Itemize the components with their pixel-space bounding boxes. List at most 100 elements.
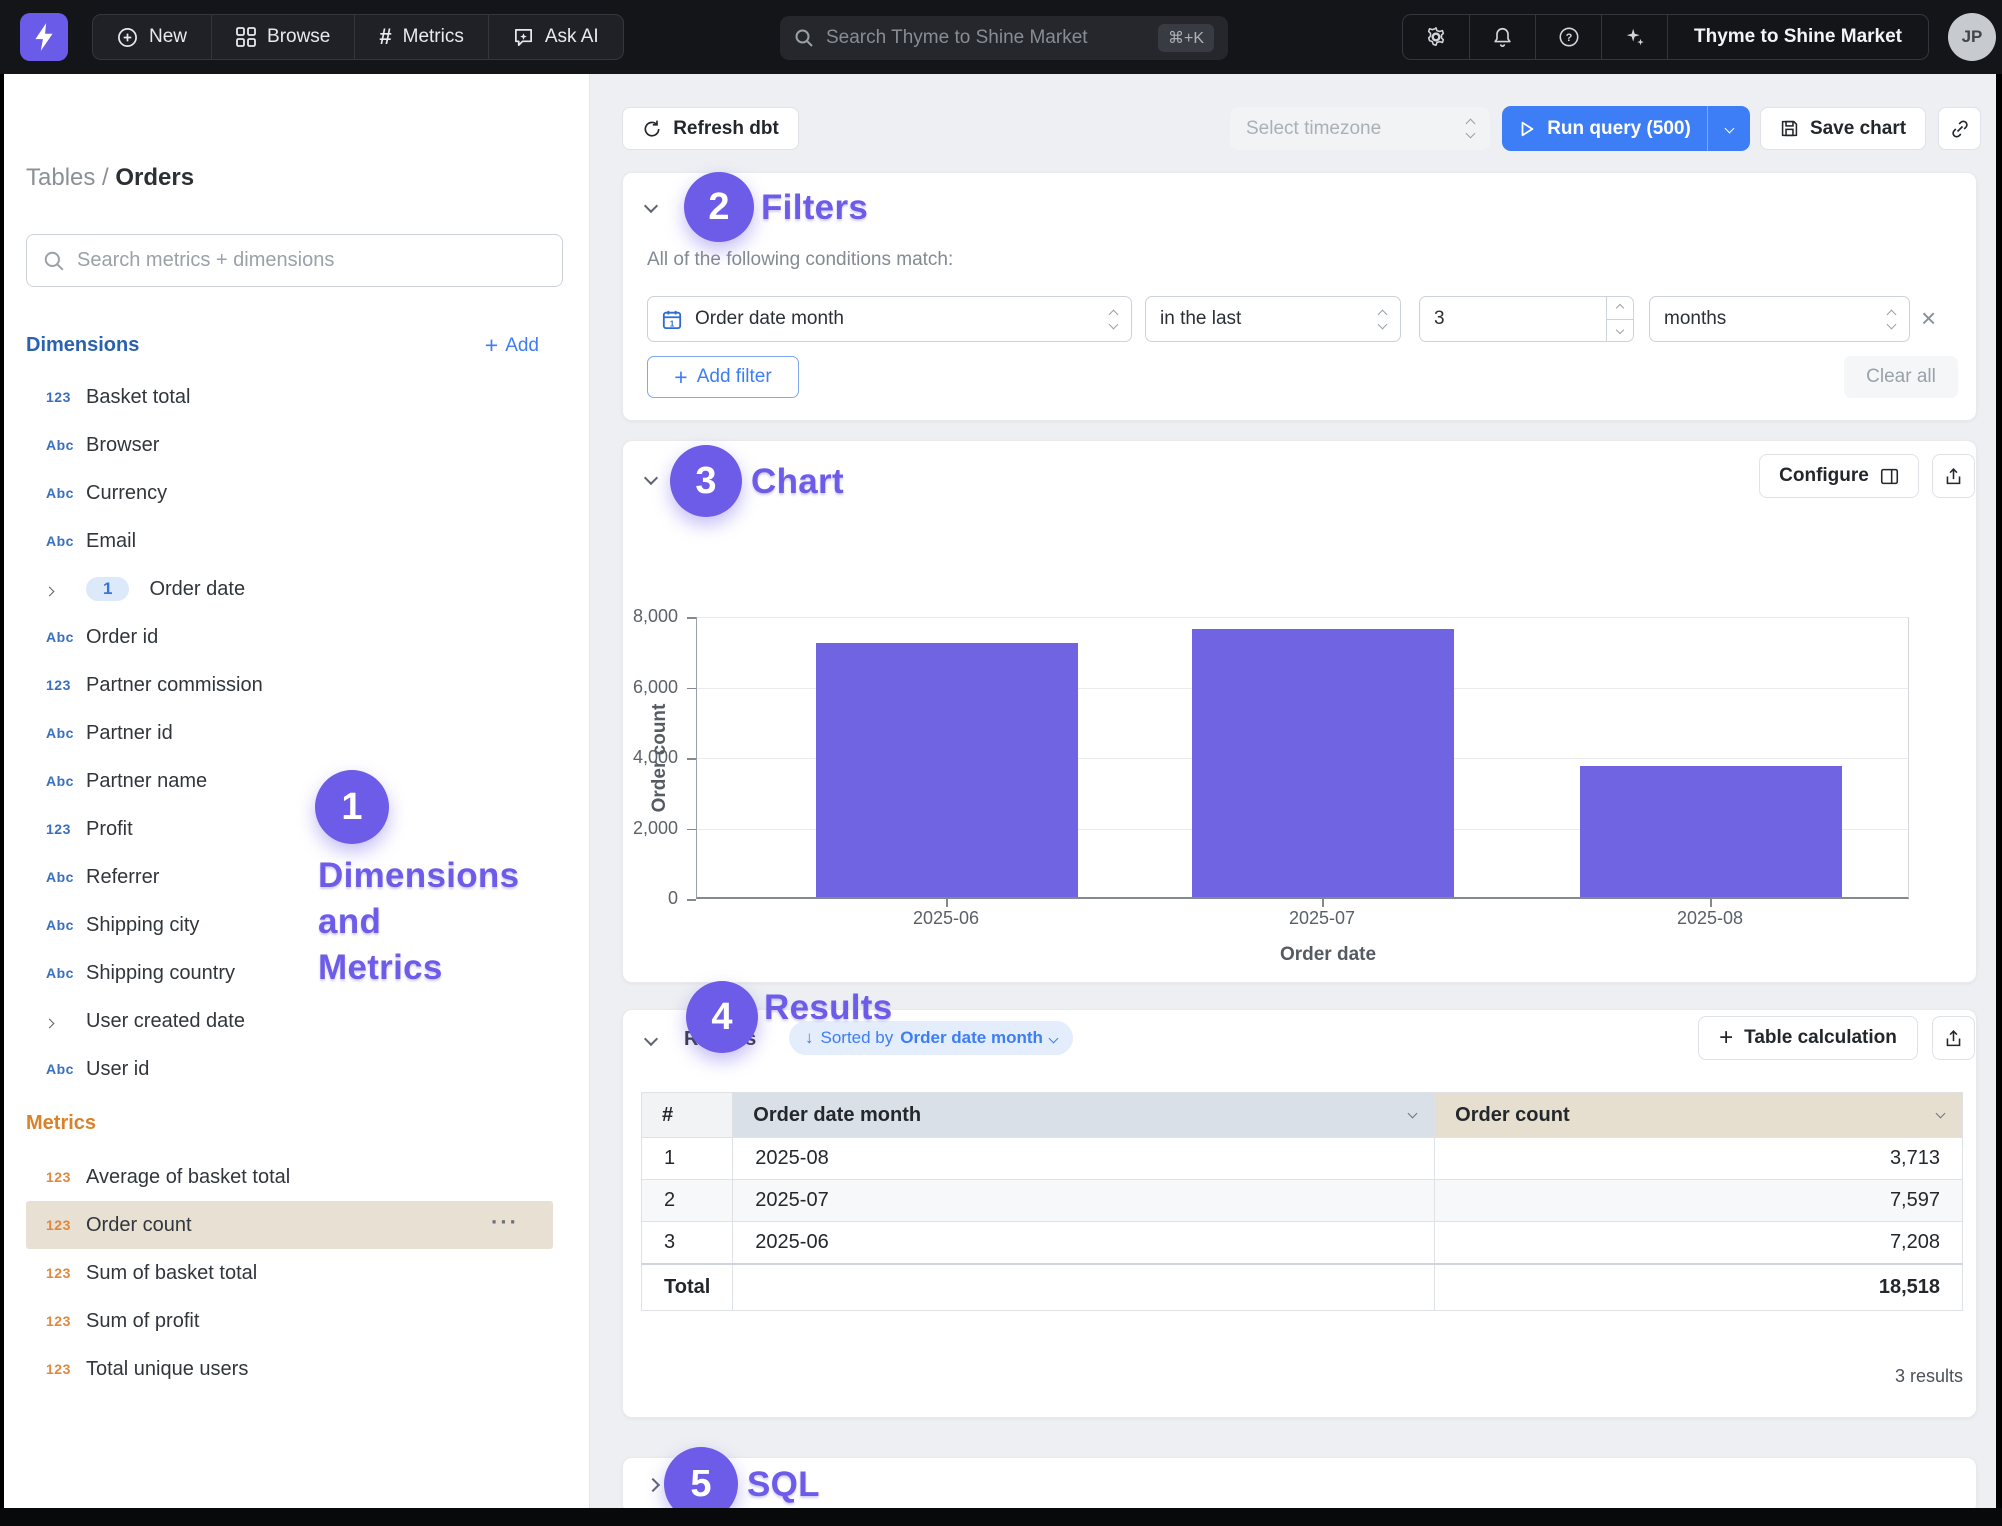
global-search[interactable]: ⌘+K (780, 16, 1228, 60)
filter-value-input[interactable]: 3 (1419, 296, 1634, 342)
chevron-right-icon[interactable] (46, 1010, 86, 1033)
ai-assistant-button[interactable] (1601, 15, 1667, 59)
help-button[interactable]: ? (1535, 15, 1601, 59)
expand-sql-chevron[interactable] (646, 1478, 660, 1492)
bar-2025-06[interactable] (816, 643, 1078, 897)
column-header-count[interactable]: Order count (1435, 1093, 1963, 1138)
sidebar-item-user-id[interactable]: AbcUser id (26, 1045, 553, 1093)
filter-unit-select[interactable]: months (1649, 296, 1910, 342)
column-header-month[interactable]: Order date month (733, 1093, 1435, 1138)
nav-item-metrics[interactable]: # Metrics (354, 15, 487, 59)
sidebar-item-total-unique-users[interactable]: 123Total unique users (26, 1345, 553, 1393)
user-avatar[interactable]: JP (1948, 13, 1996, 61)
chevron-down-icon (1936, 1109, 1946, 1119)
x-axis-tick: 2025-08 (1630, 908, 1790, 929)
metrics-heading: Metrics (26, 1112, 96, 1134)
sidebar-item-order-count[interactable]: 123Order count··· (26, 1201, 553, 1249)
add-filter-button[interactable]: + Add filter (647, 356, 799, 398)
sidebar-item-order-id[interactable]: AbcOrder id (26, 613, 553, 661)
organization-name[interactable]: Thyme to Shine Market (1667, 15, 1928, 59)
timezone-select[interactable]: Select timezone (1230, 107, 1490, 150)
remove-filter-button[interactable]: × (1921, 305, 1936, 331)
sidebar-item-average-of-basket-total[interactable]: 123Average of basket total (26, 1153, 553, 1201)
table-row[interactable]: 12025-083,713 (642, 1138, 1963, 1180)
export-results-button[interactable] (1932, 1016, 1975, 1060)
save-chart-button[interactable]: Save chart (1760, 107, 1926, 150)
breadcrumb-tables[interactable]: Tables (26, 164, 95, 191)
field-label: Partner name (86, 770, 207, 793)
result-count: 3 results (1663, 1366, 1963, 1387)
field-label: Email (86, 530, 136, 553)
nav-item-ask-ai[interactable]: Ask AI (488, 15, 623, 59)
nav-item-label: New (149, 26, 187, 48)
string-field-icon: Abc (46, 869, 86, 885)
refresh-dbt-button[interactable]: Refresh dbt (622, 107, 799, 150)
chevron-right-icon[interactable] (46, 578, 86, 601)
collapse-chart-chevron[interactable] (644, 471, 658, 485)
field-label: Sum of profit (86, 1310, 199, 1333)
nav-item-new[interactable]: New (93, 15, 211, 59)
field-label: Order id (86, 626, 158, 649)
sidebar-item-partner-commission[interactable]: 123Partner commission (26, 661, 553, 709)
notifications-button[interactable] (1469, 15, 1535, 59)
share-link-button[interactable] (1938, 107, 1981, 150)
sidebar-item-sum-of-basket-total[interactable]: 123Sum of basket total (26, 1249, 553, 1297)
sidebar-item-user-created-date[interactable]: User created date (26, 997, 553, 1045)
fields-search-input[interactable] (77, 249, 546, 272)
filter-operator-select[interactable]: in the last (1145, 296, 1401, 342)
configure-chart-button[interactable]: Configure (1759, 454, 1919, 498)
annotation-label-3: Chart (751, 462, 844, 502)
stepper-down-button[interactable] (1607, 319, 1633, 342)
field-label: Shipping city (86, 914, 199, 937)
bar-2025-08[interactable] (1580, 766, 1842, 897)
string-field-icon: Abc (46, 485, 86, 501)
stepper-up-button[interactable] (1607, 297, 1633, 319)
number-field-icon: 123 (46, 389, 86, 405)
sidebar-item-profit[interactable]: 123Profit (26, 805, 553, 853)
nav-item-browse[interactable]: Browse (211, 15, 354, 59)
plus-icon: + (674, 364, 687, 391)
sparkles-icon (1624, 26, 1646, 48)
sidebar-item-partner-id[interactable]: AbcPartner id (26, 709, 553, 757)
sidebar-item-order-date[interactable]: 1Order date (26, 565, 553, 613)
run-query-options-button[interactable] (1707, 106, 1750, 151)
panel-icon (1880, 467, 1899, 486)
run-query-button[interactable]: Run query (500) (1502, 106, 1750, 151)
hash-icon: # (379, 24, 391, 50)
table-calculation-button[interactable]: + Table calculation (1698, 1016, 1918, 1060)
table-row[interactable]: 32025-067,208 (642, 1222, 1963, 1264)
global-search-input[interactable] (826, 27, 1146, 49)
settings-button[interactable] (1403, 15, 1469, 59)
sidebar-item-basket-total[interactable]: 123Basket total (26, 373, 553, 421)
sidebar-item-browser[interactable]: AbcBrowser (26, 421, 553, 469)
grid-icon (236, 27, 256, 47)
bar-2025-07[interactable] (1192, 629, 1454, 897)
filter-field-select[interactable]: 1 Order date month (647, 296, 1132, 342)
sidebar-item-sum-of-profit[interactable]: 123Sum of profit (26, 1297, 553, 1345)
x-axis-tick: 2025-07 (1242, 908, 1402, 929)
field-label: Partner id (86, 722, 173, 745)
number-stepper[interactable] (1606, 297, 1633, 341)
table-row[interactable]: 22025-077,597 (642, 1180, 1963, 1222)
sidebar-item-email[interactable]: AbcEmail (26, 517, 553, 565)
collapse-filters-chevron[interactable] (644, 199, 658, 213)
number-field-icon: 123 (46, 1217, 86, 1233)
export-chart-button[interactable] (1932, 454, 1975, 498)
collapse-results-chevron[interactable] (644, 1032, 658, 1046)
field-label: Basket total (86, 386, 191, 409)
add-dimension-button[interactable]: + Add (485, 332, 539, 359)
table-total-row: Total18,518 (642, 1264, 1963, 1311)
sidebar-item-currency[interactable]: AbcCurrency (26, 469, 553, 517)
chevron-down-icon (1048, 1033, 1058, 1043)
field-label: Shipping country (86, 962, 235, 985)
navbar-actions: ? Thyme to Shine Market (1402, 14, 1929, 60)
clear-all-filters-button[interactable]: Clear all (1844, 356, 1958, 398)
field-label: Sum of basket total (86, 1262, 257, 1285)
field-label: Browser (86, 434, 159, 457)
field-menu-button[interactable]: ··· (491, 1209, 519, 1235)
fields-search[interactable] (26, 234, 563, 287)
question-circle-icon: ? (1558, 26, 1580, 48)
export-icon (1944, 467, 1963, 486)
sidebar-item-partner-name[interactable]: AbcPartner name (26, 757, 553, 805)
app-logo[interactable] (20, 13, 68, 61)
